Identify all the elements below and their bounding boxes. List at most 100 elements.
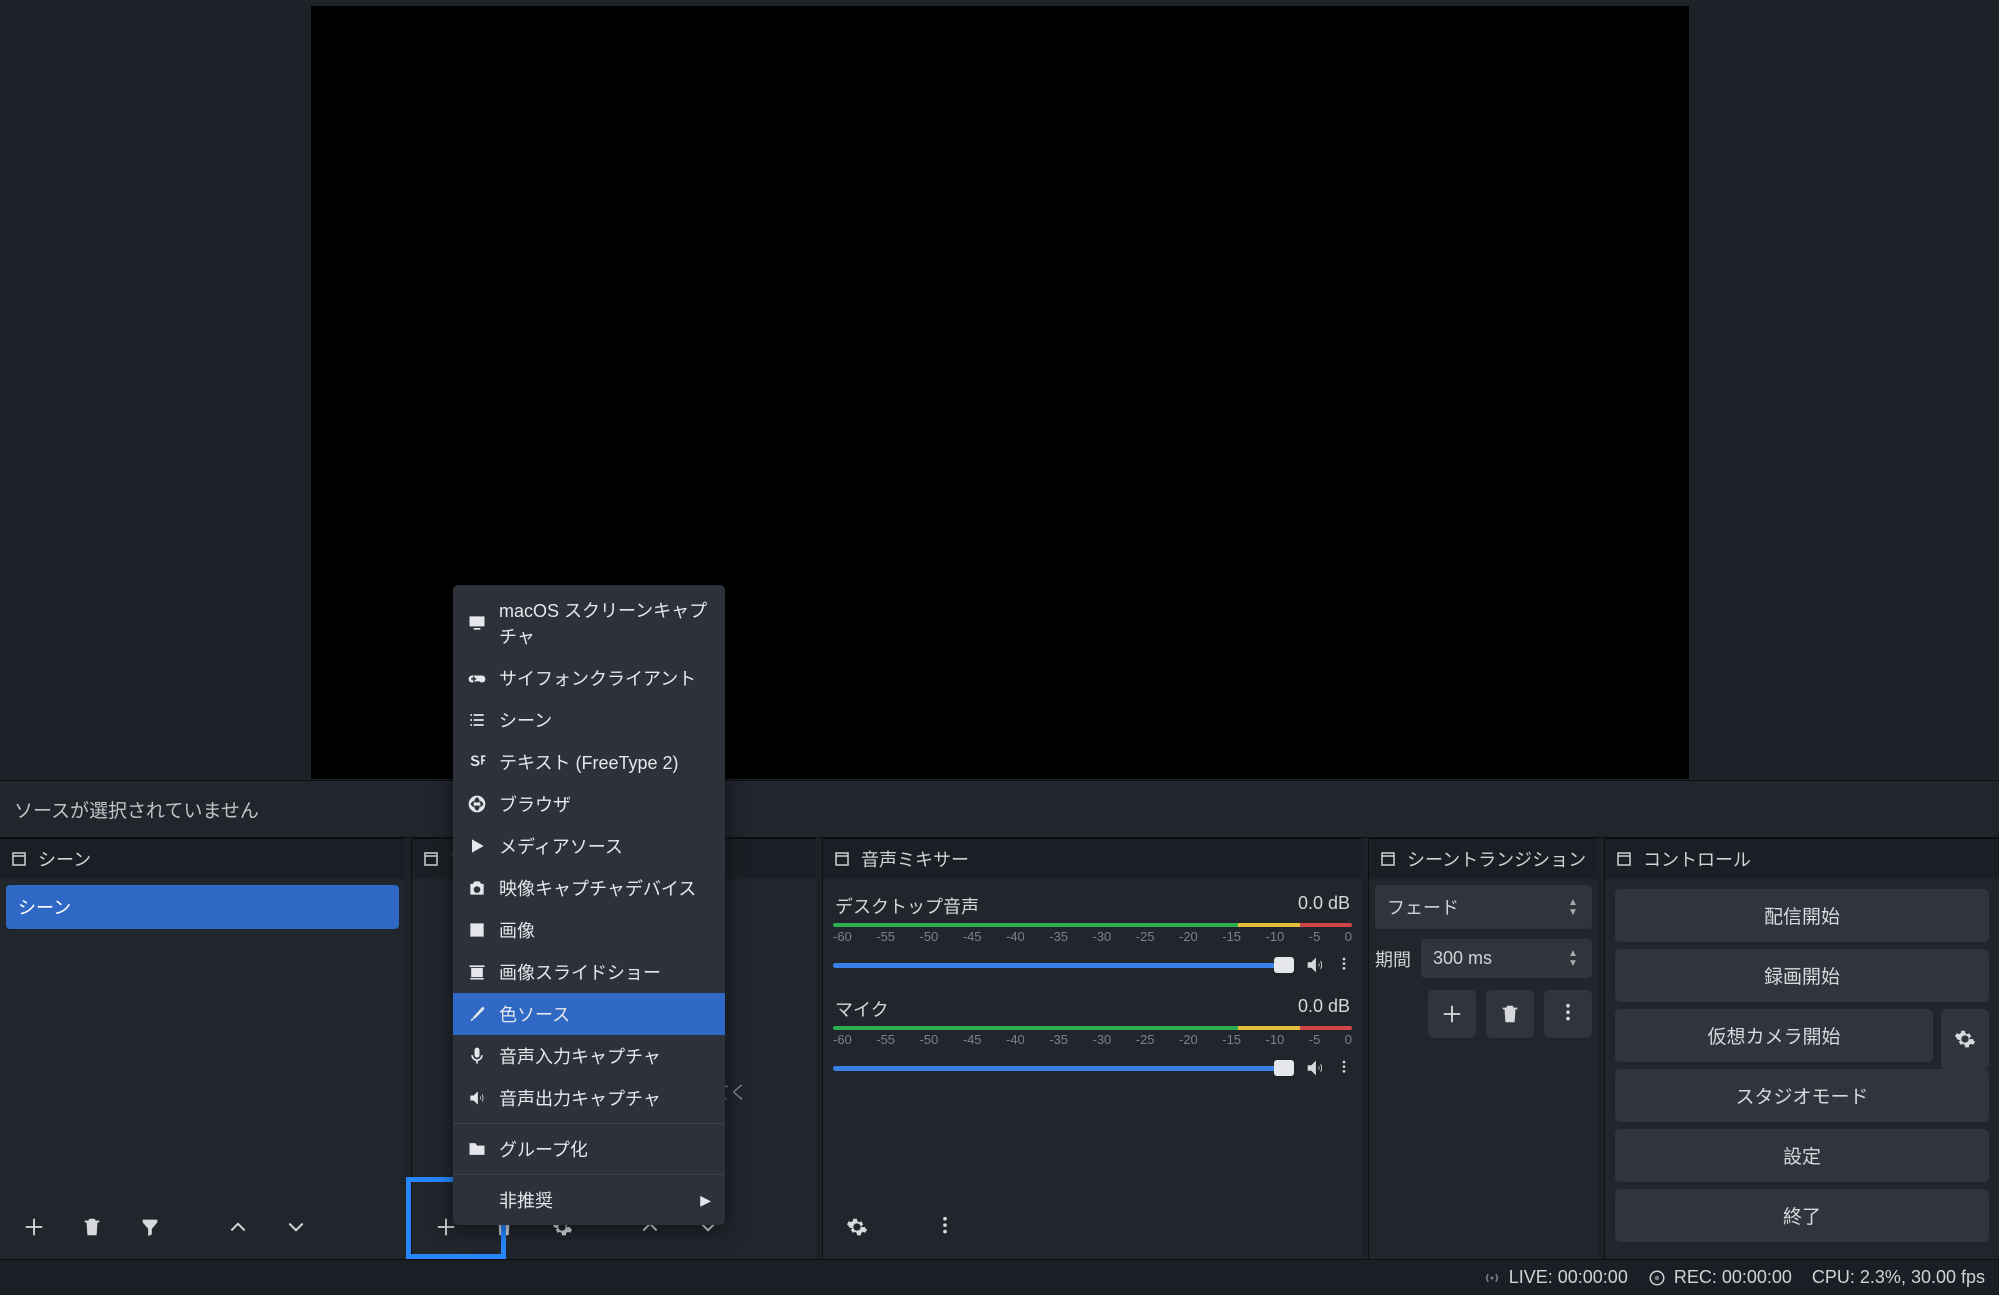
slider-thumb[interactable] <box>1274 1060 1294 1076</box>
speaker-icon[interactable] <box>1304 1057 1326 1079</box>
add-source-context-menu: macOS スクリーンキャプチャサイフォンクライアントシーンテキスト (Free… <box>453 585 725 1225</box>
channel-menu-icon[interactable] <box>1336 1057 1352 1079</box>
context-menu-item[interactable]: 画像 <box>453 909 725 951</box>
context-menu-label: 音声出力キャプチャ <box>499 1085 661 1111</box>
mixer-menu-button[interactable] <box>921 1203 969 1251</box>
duration-spinner[interactable]: ▲▼ <box>1566 949 1580 969</box>
add-scene-button[interactable] <box>10 1203 58 1251</box>
scenes-title: シーン <box>38 846 91 872</box>
no-source-selected-label: ソースが選択されていません <box>12 796 259 823</box>
trash-icon <box>81 1216 103 1238</box>
transition-menu-button[interactable] <box>1544 990 1592 1038</box>
mixer-channel-name: マイク <box>835 996 889 1022</box>
scene-filter-button[interactable] <box>126 1203 174 1251</box>
volume-slider[interactable] <box>833 963 1294 968</box>
scenes-list[interactable]: シーン <box>0 879 405 1195</box>
context-menu-label: 色ソース <box>499 1001 570 1027</box>
context-menu-label: 画像スライドショー <box>499 959 661 985</box>
plus-icon <box>23 1216 45 1238</box>
speaker-icon <box>467 1088 487 1108</box>
context-menu-label: ブラウザ <box>499 791 571 817</box>
folder-icon <box>467 1139 487 1159</box>
transition-spinner[interactable]: ▲▼ <box>1566 897 1580 917</box>
scenes-panel-header[interactable]: シーン <box>0 839 405 879</box>
context-menu-item[interactable]: 音声出力キャプチャ <box>453 1077 725 1119</box>
context-menu-item[interactable]: 色ソース <box>453 993 725 1035</box>
status-live: LIVE: 00:00:00 <box>1483 1267 1628 1288</box>
context-menu-group[interactable]: グループ化 <box>453 1128 725 1170</box>
status-live-text: LIVE: 00:00:00 <box>1509 1267 1628 1288</box>
dock-icon <box>833 850 851 868</box>
docks-row: シーン シーン ソース てく <box>0 838 1999 1259</box>
slideshow-icon <box>467 962 487 982</box>
remove-transition-button[interactable] <box>1486 990 1534 1038</box>
remove-scene-button[interactable] <box>68 1203 116 1251</box>
slider-thumb[interactable] <box>1274 957 1294 973</box>
disc-icon <box>1648 1269 1666 1287</box>
start-virtual-cam-button[interactable]: 仮想カメラ開始 <box>1615 1009 1933 1062</box>
audio-mixer-panel: 音声ミキサー デスクトップ音声0.0 dB -60-55-50-45-40-35… <box>822 838 1362 1259</box>
scenes-panel: シーン シーン <box>0 838 405 1259</box>
transitions-body: フェード ▲▼ 期間 300 ms ▲▼ <box>1369 879 1598 1259</box>
status-rec: REC: 00:00:00 <box>1648 1267 1792 1288</box>
mixer-ticks: -60-55-50-45-40-35-30-25-20-15-10-50 <box>833 1032 1352 1047</box>
context-menu-item[interactable]: サイフォンクライアント <box>453 657 725 699</box>
transition-selected-label: フェード <box>1387 894 1459 920</box>
duration-value: 300 ms <box>1433 948 1492 969</box>
status-rec-text: REC: 00:00:00 <box>1674 1267 1792 1288</box>
mixer-advanced-button[interactable] <box>833 1203 881 1251</box>
transitions-panel-header[interactable]: シーントランジション <box>1369 839 1598 879</box>
start-recording-button[interactable]: 録画開始 <box>1615 949 1989 1002</box>
preview-region <box>0 0 1999 780</box>
mic-icon <box>467 1046 487 1066</box>
filter-icon <box>139 1216 161 1238</box>
context-menu-item[interactable]: macOS スクリーンキャプチャ <box>453 589 725 657</box>
context-menu-deprecated[interactable]: 非推奨▶ <box>453 1179 725 1221</box>
mixer-channel-db: 0.0 dB <box>1298 996 1350 1022</box>
mixer-ticks: -60-55-50-45-40-35-30-25-20-15-10-50 <box>833 929 1352 944</box>
context-menu-label: テキスト (FreeType 2) <box>499 749 679 775</box>
context-menu-label: 非推奨 <box>499 1187 553 1213</box>
mixer-panel-header[interactable]: 音声ミキサー <box>823 839 1362 879</box>
context-menu-item[interactable]: テキスト (FreeType 2) <box>453 741 725 783</box>
context-menu-item[interactable]: メディアソース <box>453 825 725 867</box>
context-menu-item[interactable]: 音声入力キャプチャ <box>453 1035 725 1077</box>
speaker-icon[interactable] <box>1304 954 1326 976</box>
context-menu-item[interactable]: ブラウザ <box>453 783 725 825</box>
context-menu-label: 音声入力キャプチャ <box>499 1043 661 1069</box>
context-menu-label: macOS スクリーンキャプチャ <box>499 597 711 649</box>
context-menu-label: 映像キャプチャデバイス <box>499 875 696 901</box>
scene-up-button[interactable] <box>214 1203 262 1251</box>
duration-input[interactable]: 300 ms ▲▼ <box>1421 939 1592 978</box>
dots-icon <box>1557 1003 1579 1025</box>
virtual-cam-settings-button[interactable] <box>1941 1009 1989 1069</box>
add-transition-button[interactable] <box>1428 990 1476 1038</box>
exit-button[interactable]: 終了 <box>1615 1189 1989 1242</box>
camera-icon <box>467 878 487 898</box>
controls-body: 配信開始 録画開始 仮想カメラ開始 スタジオモード 設定 終了 <box>1605 879 1999 1259</box>
transitions-panel: シーントランジション フェード ▲▼ 期間 300 ms ▲▼ <box>1368 838 1598 1259</box>
transitions-title: シーントランジション <box>1407 846 1586 872</box>
volume-slider[interactable] <box>833 1066 1294 1071</box>
scene-down-button[interactable] <box>272 1203 320 1251</box>
context-menu-item[interactable]: 画像スライドショー <box>453 951 725 993</box>
start-streaming-button[interactable]: 配信開始 <box>1615 889 1989 942</box>
scenes-footer <box>0 1195 405 1259</box>
gear-icon <box>1954 1028 1976 1050</box>
context-menu-label: メディアソース <box>499 833 623 859</box>
context-menu-item[interactable]: 映像キャプチャデバイス <box>453 867 725 909</box>
transition-select[interactable]: フェード ▲▼ <box>1375 885 1592 929</box>
image-icon <box>467 920 487 940</box>
settings-button[interactable]: 設定 <box>1615 1129 1989 1182</box>
context-menu-item[interactable]: シーン <box>453 699 725 741</box>
studio-mode-button[interactable]: スタジオモード <box>1615 1069 1989 1122</box>
trash-icon <box>1499 1003 1521 1025</box>
scene-list-item[interactable]: シーン <box>6 885 399 929</box>
chevron-up-icon <box>227 1216 249 1238</box>
controls-panel-header[interactable]: コントロール <box>1605 839 1999 879</box>
channel-menu-icon[interactable] <box>1336 954 1352 976</box>
duration-label: 期間 <box>1375 946 1411 972</box>
controls-title: コントロール <box>1643 846 1751 872</box>
context-menu-label: 画像 <box>499 917 535 943</box>
mixer-meter <box>833 1026 1352 1030</box>
